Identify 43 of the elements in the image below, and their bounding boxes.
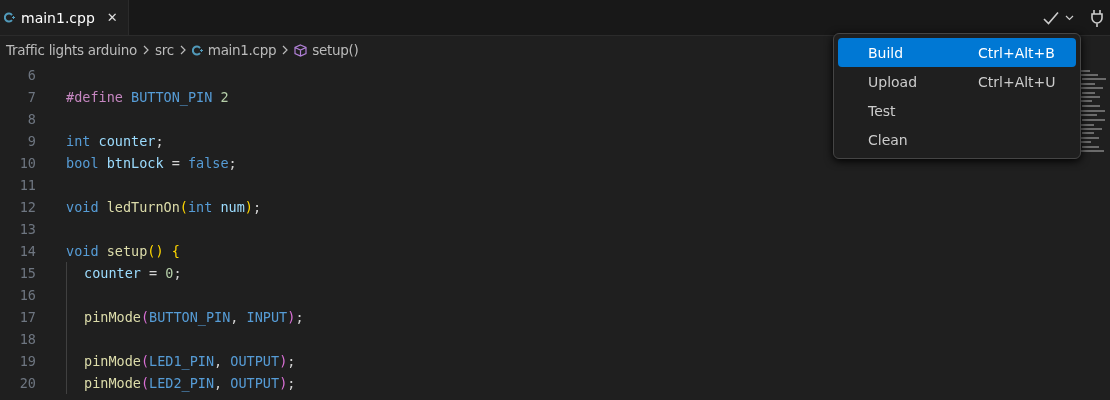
code-line: bool btnLock = false; [66, 155, 237, 171]
line-number: 13 [18, 221, 36, 237]
plug-icon[interactable] [1090, 8, 1104, 27]
cube-icon [294, 43, 308, 57]
menu-item[interactable]: Test [838, 96, 1076, 125]
cpp-file-icon [191, 44, 203, 56]
cpp-file-icon [4, 12, 15, 23]
menu-item[interactable]: Clean [838, 125, 1076, 154]
line-number: 7 [26, 89, 36, 105]
line-number: 9 [26, 133, 36, 149]
line-number: 6 [26, 67, 36, 83]
line-number: 11 [18, 177, 36, 193]
code-line: pinMode(LED1_PIN, OUTPUT); [83, 353, 296, 369]
menu-item[interactable]: Upload Ctrl+Alt+U [838, 67, 1076, 96]
code-line: counter = 0; [83, 265, 182, 281]
check-icon[interactable] [1043, 10, 1059, 25]
chevron-down-icon[interactable] [1065, 14, 1074, 21]
line-number: 15 [18, 265, 36, 281]
line-number: 19 [18, 353, 36, 369]
breadcrumb-item[interactable]: main1.cpp [207, 42, 277, 58]
chevron-right-icon [178, 45, 187, 55]
code-line: void ledTurnOn(int num); [66, 199, 262, 215]
code-line: pinMode(LED2_PIN, OUTPUT); [83, 375, 296, 391]
line-number: 14 [18, 243, 36, 259]
line-number: 10 [18, 155, 36, 171]
line-number: 18 [18, 331, 36, 347]
line-number: 20 [18, 375, 36, 391]
chevron-right-icon [281, 45, 290, 55]
close-icon[interactable]: ✕ [106, 10, 118, 25]
line-number: 16 [18, 287, 36, 303]
menu-item[interactable]: Build Ctrl+Alt+B [838, 38, 1076, 67]
code-line: void setup() { [66, 243, 180, 259]
code-line: pinMode(BUTTON_PIN, INPUT); [83, 309, 304, 325]
code-line: #define BUTTON_PIN 2 [66, 89, 229, 105]
breadcrumb-item[interactable]: setup() [312, 42, 359, 58]
breadcrumb-item[interactable]: src [155, 42, 174, 58]
chevron-right-icon [142, 45, 150, 55]
breadcrumb-item[interactable]: Traffic lights arduino [6, 42, 137, 58]
code-line: int counter; [66, 133, 164, 149]
line-number: 8 [26, 111, 36, 127]
line-number: 17 [18, 309, 36, 325]
file-tab[interactable]: main1.cpp ✕ [0, 0, 129, 35]
line-number: 12 [18, 199, 36, 215]
